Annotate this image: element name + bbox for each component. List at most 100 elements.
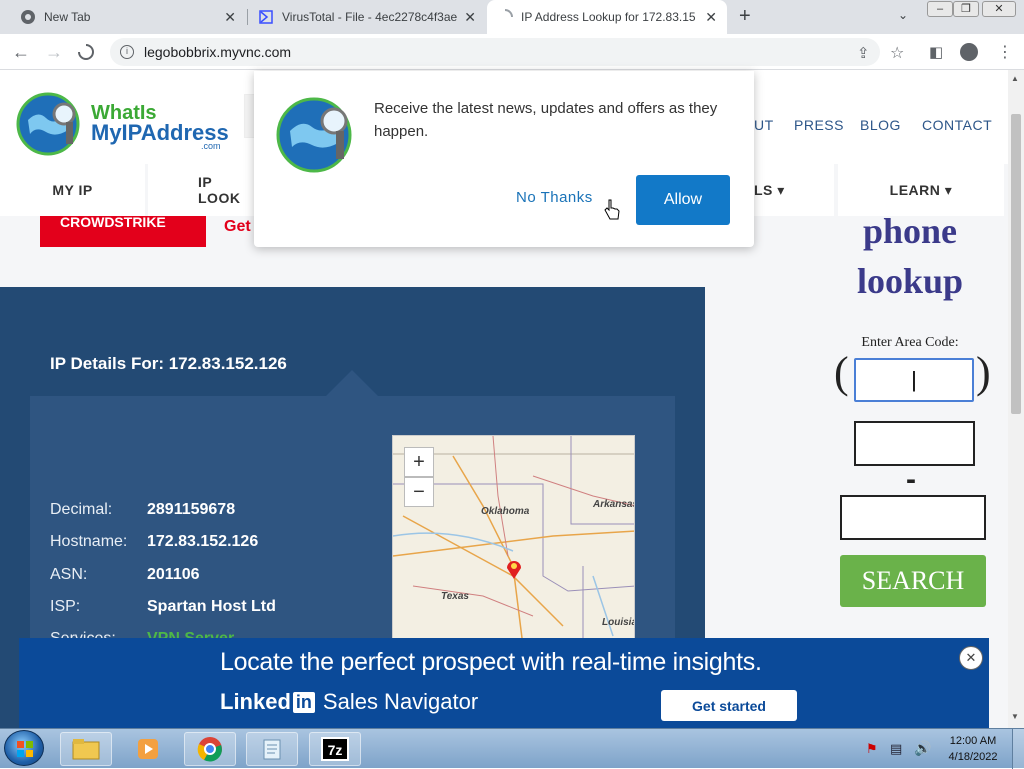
nav-ip-lookup[interactable]: IP LOOK: [148, 164, 258, 216]
location-map[interactable]: + − Oklahoma Arkansas Texas Louisia: [392, 435, 635, 645]
scroll-up-arrow-icon[interactable]: ▲: [1011, 74, 1019, 83]
close-tab-icon[interactable]: ✕: [705, 9, 717, 26]
info-icon[interactable]: i: [120, 45, 134, 59]
site-logo[interactable]: WhatIs MyIPAddress .com: [16, 90, 229, 160]
nav-tools[interactable]: LS ▾: [754, 164, 834, 216]
7zip-icon: 7z: [321, 737, 349, 761]
map-label-texas: Texas: [441, 591, 469, 602]
tray-network-icon[interactable]: ▤: [890, 741, 902, 757]
notepad-icon: [263, 739, 281, 760]
nav-contact[interactable]: CONTACT: [922, 117, 992, 133]
tray-flag-icon[interactable]: ⚑: [866, 741, 878, 757]
tab-search-chevron-icon[interactable]: ⌄: [898, 8, 908, 22]
url-text: legobobbrix.myvnc.com: [144, 44, 292, 60]
hostname-value: 172.83.152.126: [147, 533, 259, 550]
browser-tab-strip: New Tab ✕ VirusTotal - File - 4ec2278c4f…: [0, 0, 1024, 34]
back-arrow-icon[interactable]: ←: [12, 42, 30, 63]
tab-title: IP Address Lookup for 172.83.15: [521, 10, 696, 24]
phone-lookup-widget: phone lookup Enter Area Code: ( ) - SEAR…: [812, 210, 1008, 630]
push-notification-prompt: Receive the latest news, updates and off…: [254, 71, 754, 247]
decimal-label: Decimal:: [50, 501, 113, 518]
windows-taskbar: 7z ⚑ ▤ 🔊 12:00 AM 4/18/2022: [0, 728, 1024, 769]
share-icon[interactable]: ⇪: [857, 44, 870, 62]
nav-blog[interactable]: BLOG: [860, 117, 901, 133]
scrollbar-thumb[interactable]: [1011, 114, 1021, 414]
heading-pointer: [326, 370, 378, 396]
tab-ip-lookup[interactable]: IP Address Lookup for 172.83.15 ✕: [487, 0, 727, 34]
site-globe-icon: [276, 97, 352, 173]
restore-button[interactable]: ❐: [953, 1, 979, 17]
ip-details-heading: IP Details For: 172.83.152.126: [50, 354, 287, 373]
close-tab-icon[interactable]: ✕: [464, 9, 476, 26]
menu-kebab-icon[interactable]: ⋮: [997, 42, 1013, 62]
paren-open: (: [834, 348, 849, 397]
isp-label: ISP:: [50, 598, 81, 615]
new-tab-button[interactable]: +: [739, 5, 751, 28]
phone-line-input[interactable]: [840, 495, 986, 540]
forward-arrow-icon[interactable]: →: [45, 42, 63, 63]
taskbar-chrome[interactable]: [184, 732, 236, 766]
nav-press[interactable]: PRESS: [794, 117, 844, 133]
taskbar-media-player[interactable]: [122, 732, 174, 766]
scroll-down-arrow-icon[interactable]: ▼: [1011, 712, 1019, 721]
minimize-button[interactable]: –: [927, 1, 953, 17]
linkedin-brand-text: Linked: [220, 689, 291, 714]
ad-get-text[interactable]: Get: [224, 218, 251, 236]
start-button[interactable]: [4, 730, 44, 766]
chrome-icon: [21, 10, 35, 24]
phone-prefix-input[interactable]: [854, 421, 975, 466]
taskbar-notepad[interactable]: [246, 732, 298, 766]
tab-virustotal[interactable]: VirusTotal - File - 4ec2278c4f3ae ✕: [248, 0, 486, 34]
system-clock[interactable]: 12:00 AM 4/18/2022: [940, 733, 1006, 765]
page-scrollbar[interactable]: ▲ ▼: [1008, 70, 1024, 728]
stop-loading-icon[interactable]: [77, 43, 95, 61]
phone-search-button[interactable]: SEARCH: [840, 555, 986, 607]
media-player-icon: [138, 739, 158, 759]
tab-title: VirusTotal - File - 4ec2278c4f3ae: [282, 10, 458, 24]
location-pin-icon[interactable]: [505, 558, 523, 580]
isp-value: Spartan Host Ltd: [147, 598, 276, 615]
sales-navigator-text: Sales Navigator: [322, 689, 479, 714]
allow-button[interactable]: Allow: [636, 175, 730, 225]
no-thanks-button[interactable]: No Thanks: [516, 189, 593, 206]
bookmark-star-icon[interactable]: ☆: [890, 43, 904, 63]
close-tab-icon[interactable]: ✕: [224, 9, 236, 26]
tab-new-tab[interactable]: New Tab ✕: [8, 0, 246, 34]
windows-logo-icon: [17, 741, 33, 757]
loading-spinner-icon: [504, 9, 513, 18]
tray-volume-icon[interactable]: 🔊: [914, 740, 931, 757]
asn-label: ASN:: [50, 566, 88, 583]
nav-my-ip[interactable]: MY IP: [0, 164, 145, 216]
taskbar-7zip[interactable]: 7z: [309, 732, 361, 766]
map-label-oklahoma: Oklahoma: [481, 506, 530, 517]
nav-learn[interactable]: LEARN ▾: [838, 164, 1004, 216]
clock-date: 4/18/2022: [948, 751, 998, 763]
ad-close-icon[interactable]: ✕: [959, 646, 983, 670]
nav-about[interactable]: UT: [754, 117, 774, 133]
profile-avatar-icon[interactable]: [960, 43, 978, 61]
virustotal-icon: [259, 10, 273, 24]
linkedin-in-badge: in: [292, 691, 315, 713]
clock-time: 12:00 AM: [949, 735, 997, 747]
linkedin-logo: Linked in Sales Navigator: [220, 689, 478, 715]
close-window-button[interactable]: ✕: [982, 1, 1016, 17]
show-desktop-button[interactable]: [1012, 729, 1024, 769]
address-bar[interactable]: i legobobbrix.myvnc.com: [110, 38, 880, 66]
get-started-button[interactable]: Get started: [661, 690, 797, 721]
tab-title: New Tab: [44, 10, 91, 24]
map-zoom-in-button[interactable]: +: [404, 447, 434, 477]
phone-lookup-title-line1: phone: [862, 211, 958, 251]
crowdstrike-logo-text: CROWDSTRIKE: [60, 214, 166, 230]
linkedin-ad-banner[interactable]: Locate the perfect prospect with real-ti…: [19, 638, 989, 728]
area-code-input[interactable]: [854, 358, 974, 402]
crowdstrike-ad[interactable]: CROWDSTRIKE: [40, 214, 206, 247]
map-label-arkansas: Arkansas: [593, 499, 635, 510]
taskbar-file-explorer[interactable]: [60, 732, 112, 766]
globe-magnifier-icon: [16, 92, 80, 156]
asn-value: 201106: [147, 566, 200, 583]
paren-close: ): [976, 348, 991, 397]
side-panel-icon[interactable]: ◧: [929, 43, 943, 61]
logo-text-line3: .com: [201, 141, 221, 151]
phone-dash: -: [906, 463, 916, 496]
map-zoom-out-button[interactable]: −: [404, 477, 434, 507]
